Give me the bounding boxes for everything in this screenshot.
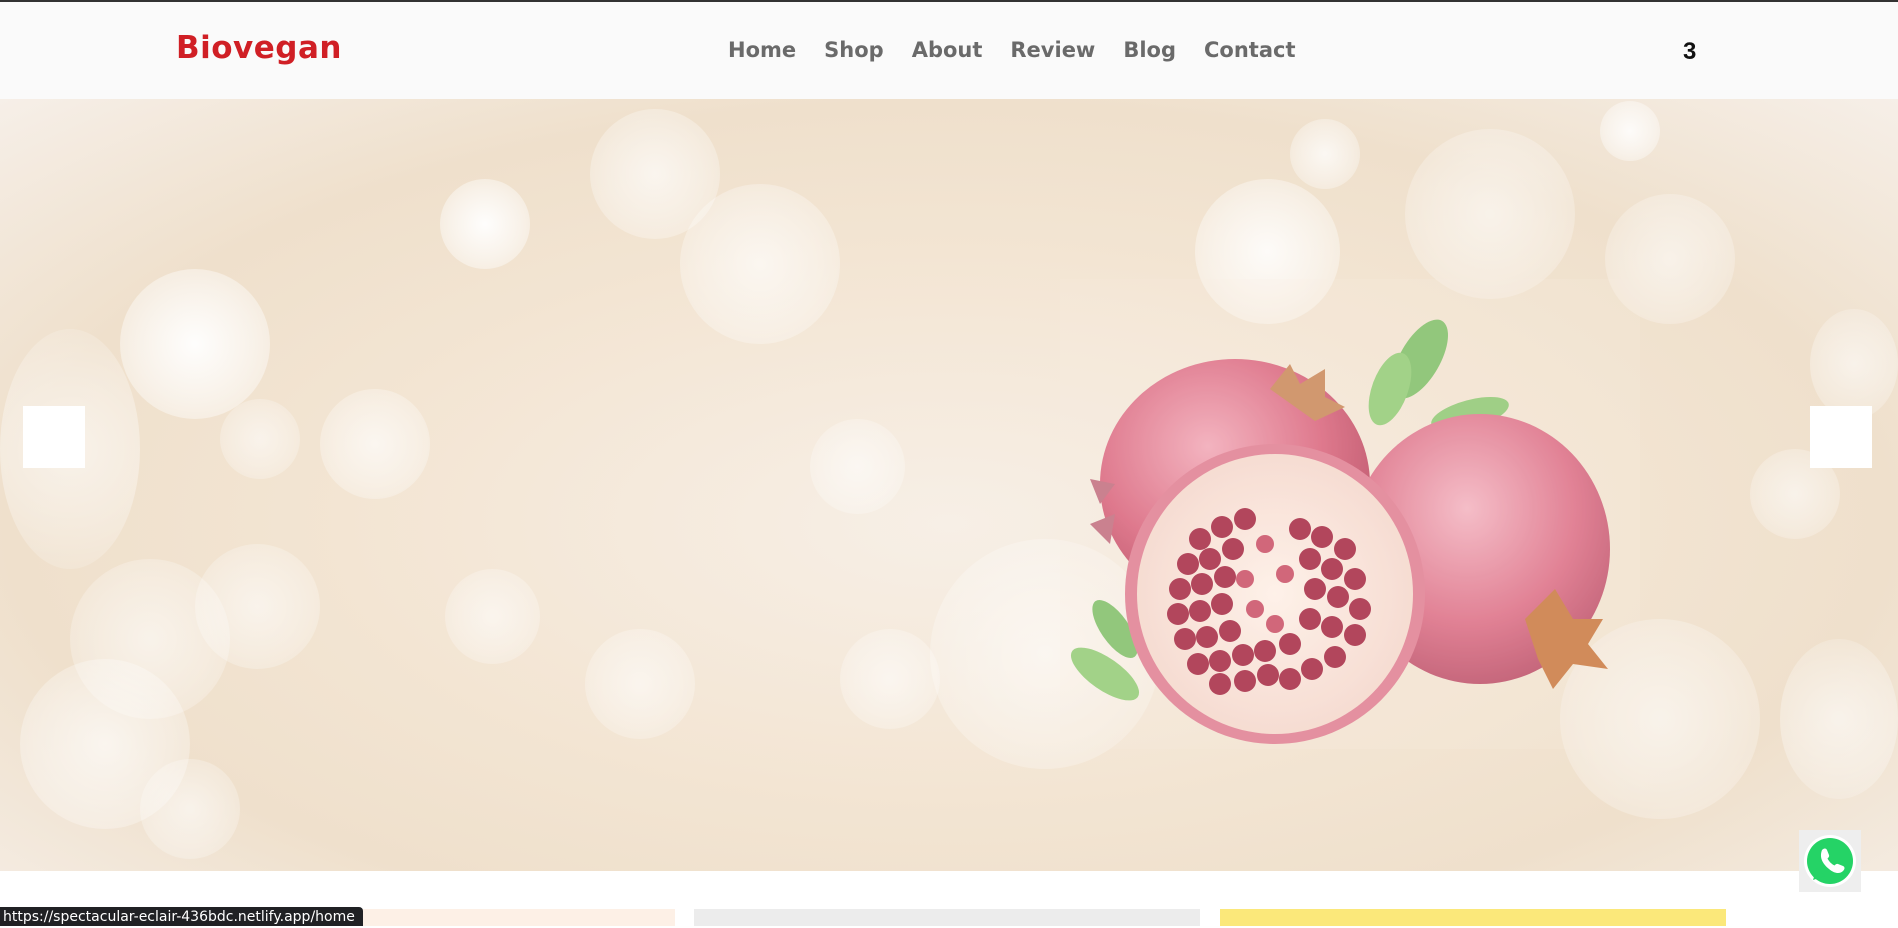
bokeh-light	[195, 544, 320, 669]
bokeh-light	[680, 184, 840, 344]
bokeh-light	[840, 629, 940, 729]
main-nav: Home Shop About Review Blog Contact	[728, 38, 1324, 62]
browser-status-url: https://spectacular-eclair-436bdc.netlif…	[0, 907, 363, 926]
bokeh-light	[140, 759, 240, 859]
nav-contact[interactable]: Contact	[1204, 38, 1296, 62]
bokeh-light	[1290, 119, 1360, 189]
nav-review[interactable]: Review	[1010, 38, 1095, 62]
bokeh-light	[1780, 639, 1898, 799]
brand-logo[interactable]: Biovegan	[176, 30, 342, 66]
nav-blog[interactable]: Blog	[1123, 38, 1176, 62]
carousel-next-button[interactable]	[1810, 406, 1872, 468]
nav-shop[interactable]: Shop	[824, 38, 884, 62]
category-card[interactable]	[694, 909, 1200, 926]
bokeh-light	[810, 419, 905, 514]
carousel-prev-button[interactable]	[23, 406, 85, 468]
pomegranate-image	[1060, 279, 1640, 749]
category-card[interactable]	[1220, 909, 1726, 926]
navbar: Biovegan Home Shop About Review Blog Con…	[0, 2, 1898, 99]
bokeh-light	[220, 399, 300, 479]
bokeh-light	[440, 179, 530, 269]
whatsapp-icon	[1804, 835, 1856, 887]
bokeh-light	[585, 629, 695, 739]
bokeh-light	[1810, 309, 1898, 419]
cart-count-badge[interactable]: 3	[1683, 38, 1696, 66]
nav-home[interactable]: Home	[728, 38, 796, 62]
whatsapp-button[interactable]	[1799, 830, 1861, 892]
nav-about[interactable]: About	[912, 38, 983, 62]
bokeh-light	[445, 569, 540, 664]
bokeh-light	[1600, 101, 1660, 161]
hero-carousel	[0, 99, 1898, 871]
bokeh-light	[120, 269, 270, 419]
bokeh-light	[320, 389, 430, 499]
category-card[interactable]	[350, 909, 675, 926]
bokeh-light	[1405, 129, 1575, 299]
